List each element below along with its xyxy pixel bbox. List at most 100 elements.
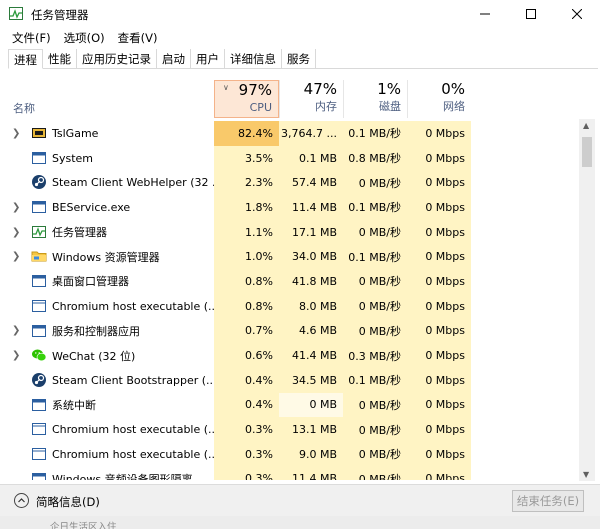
table-row[interactable]: Steam Client Bootstrapper (... 0.4% 34.5 M…: [0, 367, 578, 393]
expand-chevron-icon[interactable]: ❯: [12, 202, 20, 213]
disk-cell: 0 MB/秒: [343, 466, 407, 480]
process-name-cell: ❯ 任务管理器: [0, 220, 214, 245]
table-row[interactable]: ❯ Windows 资源管理器 1.0% 34.0 MB 0.1 MB/秒 0 Mbps: [0, 244, 578, 270]
window-icon: [31, 199, 47, 215]
process-name: Windows 资源管理器: [52, 250, 160, 264]
process-name-cell: System: [0, 146, 214, 171]
tab-processes[interactable]: 进程: [8, 49, 43, 69]
cpu-cell: 0.7%: [214, 318, 279, 344]
cpu-cell: 3.5%: [214, 145, 279, 171]
disk-cell: 0.1 MB/秒: [343, 121, 407, 146]
column-header-memory[interactable]: 47% 内存: [279, 80, 343, 118]
menu-view[interactable]: 查看(V): [112, 28, 165, 48]
table-row[interactable]: Chromium host executable (... 0.3% 9.0 MB 0…: [0, 441, 578, 467]
memory-cell: 13.1 MB: [279, 417, 343, 442]
process-name: 桌面窗口管理器: [52, 275, 129, 289]
table-row[interactable]: Windows 音频设备图形隔离 0.3% 11.4 MB 0 MB/秒 0 Mbps: [0, 466, 578, 480]
process-name-cell: ❯ BEService.exe: [0, 195, 214, 220]
expand-chevron-icon[interactable]: ❯: [12, 227, 20, 238]
steam-icon: [31, 372, 47, 388]
process-name: System: [52, 151, 94, 165]
table-row[interactable]: 桌面窗口管理器 0.8% 41.8 MB 0 MB/秒 0 Mbps: [0, 269, 578, 294]
column-header-network[interactable]: 0% 网络: [407, 80, 471, 118]
cpu-cell: 0.8%: [214, 293, 279, 319]
close-icon: [572, 9, 582, 19]
expand-chevron-icon[interactable]: ❯: [12, 128, 20, 139]
cpu-cell: 0.3%: [214, 466, 279, 480]
table-row[interactable]: 系统中断 0.4% 0 MB 0 MB/秒 0 Mbps: [0, 392, 578, 418]
menu-options[interactable]: 选项(O): [58, 28, 112, 48]
process-name: Windows 音频设备图形隔离: [52, 472, 193, 480]
window-outline-icon: [31, 446, 47, 462]
network-cell: 0 Mbps: [407, 244, 471, 270]
collapse-chevron-icon[interactable]: [14, 493, 29, 508]
minimize-icon: [480, 13, 490, 15]
menu-file[interactable]: 文件(F): [6, 28, 58, 48]
memory-cell: 17.1 MB: [279, 219, 343, 245]
memory-column-label: 内存: [315, 100, 337, 113]
footer-bar: 简略信息(D) 结束任务(E): [0, 484, 600, 516]
table-row[interactable]: Steam Client WebHelper (32 ... 2.3% 57.4 M…: [0, 170, 578, 196]
vertical-scrollbar[interactable]: ▲ ▼: [579, 119, 595, 481]
memory-cell: 0.1 MB: [279, 145, 343, 171]
table-row[interactable]: ❯ TslGame 82.4% 3,764.7 ... 0.1 MB/秒 0 Mbps: [0, 121, 578, 146]
scroll-up-icon[interactable]: ▲: [583, 121, 589, 130]
network-cell: 0 Mbps: [407, 293, 471, 319]
table-row[interactable]: System 3.5% 0.1 MB 0.8 MB/秒 0 Mbps: [0, 145, 578, 171]
process-name: BEService.exe: [52, 200, 131, 214]
cpu-cell: 0.4%: [214, 392, 279, 418]
disk-cell: 0 MB/秒: [343, 392, 407, 418]
process-name: Chromium host executable (...: [52, 447, 219, 461]
process-name: Steam Client WebHelper (32 ...: [52, 176, 223, 190]
folder-icon: [31, 248, 47, 264]
disk-cell: 0 MB/秒: [343, 269, 407, 294]
maximize-button[interactable]: [508, 0, 554, 28]
tab-app-history[interactable]: 应用历史记录: [77, 49, 157, 68]
network-cell: 0 Mbps: [407, 219, 471, 245]
tab-strip: 进程 性能 应用历史记录 启动 用户 详细信息 服务: [8, 49, 598, 69]
cpu-cell: 0.4%: [214, 367, 279, 393]
disk-cell: 0 MB/秒: [343, 318, 407, 344]
sort-descending-icon: ∨: [223, 83, 229, 92]
tab-details[interactable]: 详细信息: [225, 49, 282, 68]
column-header-disk[interactable]: 1% 磁盘: [343, 80, 407, 118]
table-row[interactable]: ❯ BEService.exe 1.8% 11.4 MB 0.1 MB/秒 0 Mbps: [0, 195, 578, 220]
window-icon: [31, 273, 47, 289]
steam-icon: [31, 174, 47, 190]
column-header-name-label: 名称: [13, 102, 35, 115]
tab-performance[interactable]: 性能: [43, 49, 77, 68]
cpu-column-label: CPU: [249, 101, 272, 114]
table-row[interactable]: ❯ WeChat (32 位) 0.6% 41.4 MB 0.3 MB/秒 0 Mbps: [0, 343, 578, 368]
tab-startup[interactable]: 启动: [157, 49, 191, 68]
menu-bar: 文件(F) 选项(O) 查看(V): [0, 28, 600, 48]
end-task-button[interactable]: 结束任务(E): [512, 490, 584, 512]
table-row[interactable]: ❯ 任务管理器 1.1% 17.1 MB 0 MB/秒 0 Mbps: [0, 219, 578, 245]
memory-cell: 3,764.7 ...: [279, 121, 343, 146]
network-cell: 0 Mbps: [407, 343, 471, 368]
fewer-details-link[interactable]: 简略信息(D): [36, 494, 100, 510]
column-header-cpu[interactable]: ∨ 97% CPU: [214, 80, 279, 118]
window-icon: [31, 471, 47, 480]
memory-cell: 9.0 MB: [279, 441, 343, 467]
memory-cell: 34.0 MB: [279, 244, 343, 270]
expand-chevron-icon[interactable]: ❯: [12, 325, 20, 336]
memory-cell: 0 MB: [279, 392, 343, 418]
minimize-button[interactable]: [462, 0, 508, 28]
window-icon: [31, 397, 47, 413]
network-cell: 0 Mbps: [407, 417, 471, 442]
cpu-cell: 2.3%: [214, 170, 279, 196]
scroll-down-icon[interactable]: ▼: [583, 470, 589, 479]
tab-services[interactable]: 服务: [282, 49, 316, 68]
expand-chevron-icon[interactable]: ❯: [12, 350, 20, 361]
scrollbar-thumb[interactable]: [582, 137, 592, 167]
table-row[interactable]: Chromium host executable (... 0.3% 13.1 MB…: [0, 417, 578, 442]
taskmgr-icon: [31, 224, 47, 240]
close-button[interactable]: [554, 0, 600, 28]
cpu-cell: 0.3%: [214, 441, 279, 467]
tab-users[interactable]: 用户: [191, 49, 225, 68]
table-row[interactable]: Chromium host executable (... 0.8% 8.0 MB 0…: [0, 293, 578, 319]
column-header-name[interactable]: 名称: [0, 80, 214, 118]
memory-total-percent: 47%: [303, 80, 337, 98]
table-row[interactable]: ❯ 服务和控制器应用 0.7% 4.6 MB 0 MB/秒 0 Mbps: [0, 318, 578, 344]
expand-chevron-icon[interactable]: ❯: [12, 251, 20, 262]
